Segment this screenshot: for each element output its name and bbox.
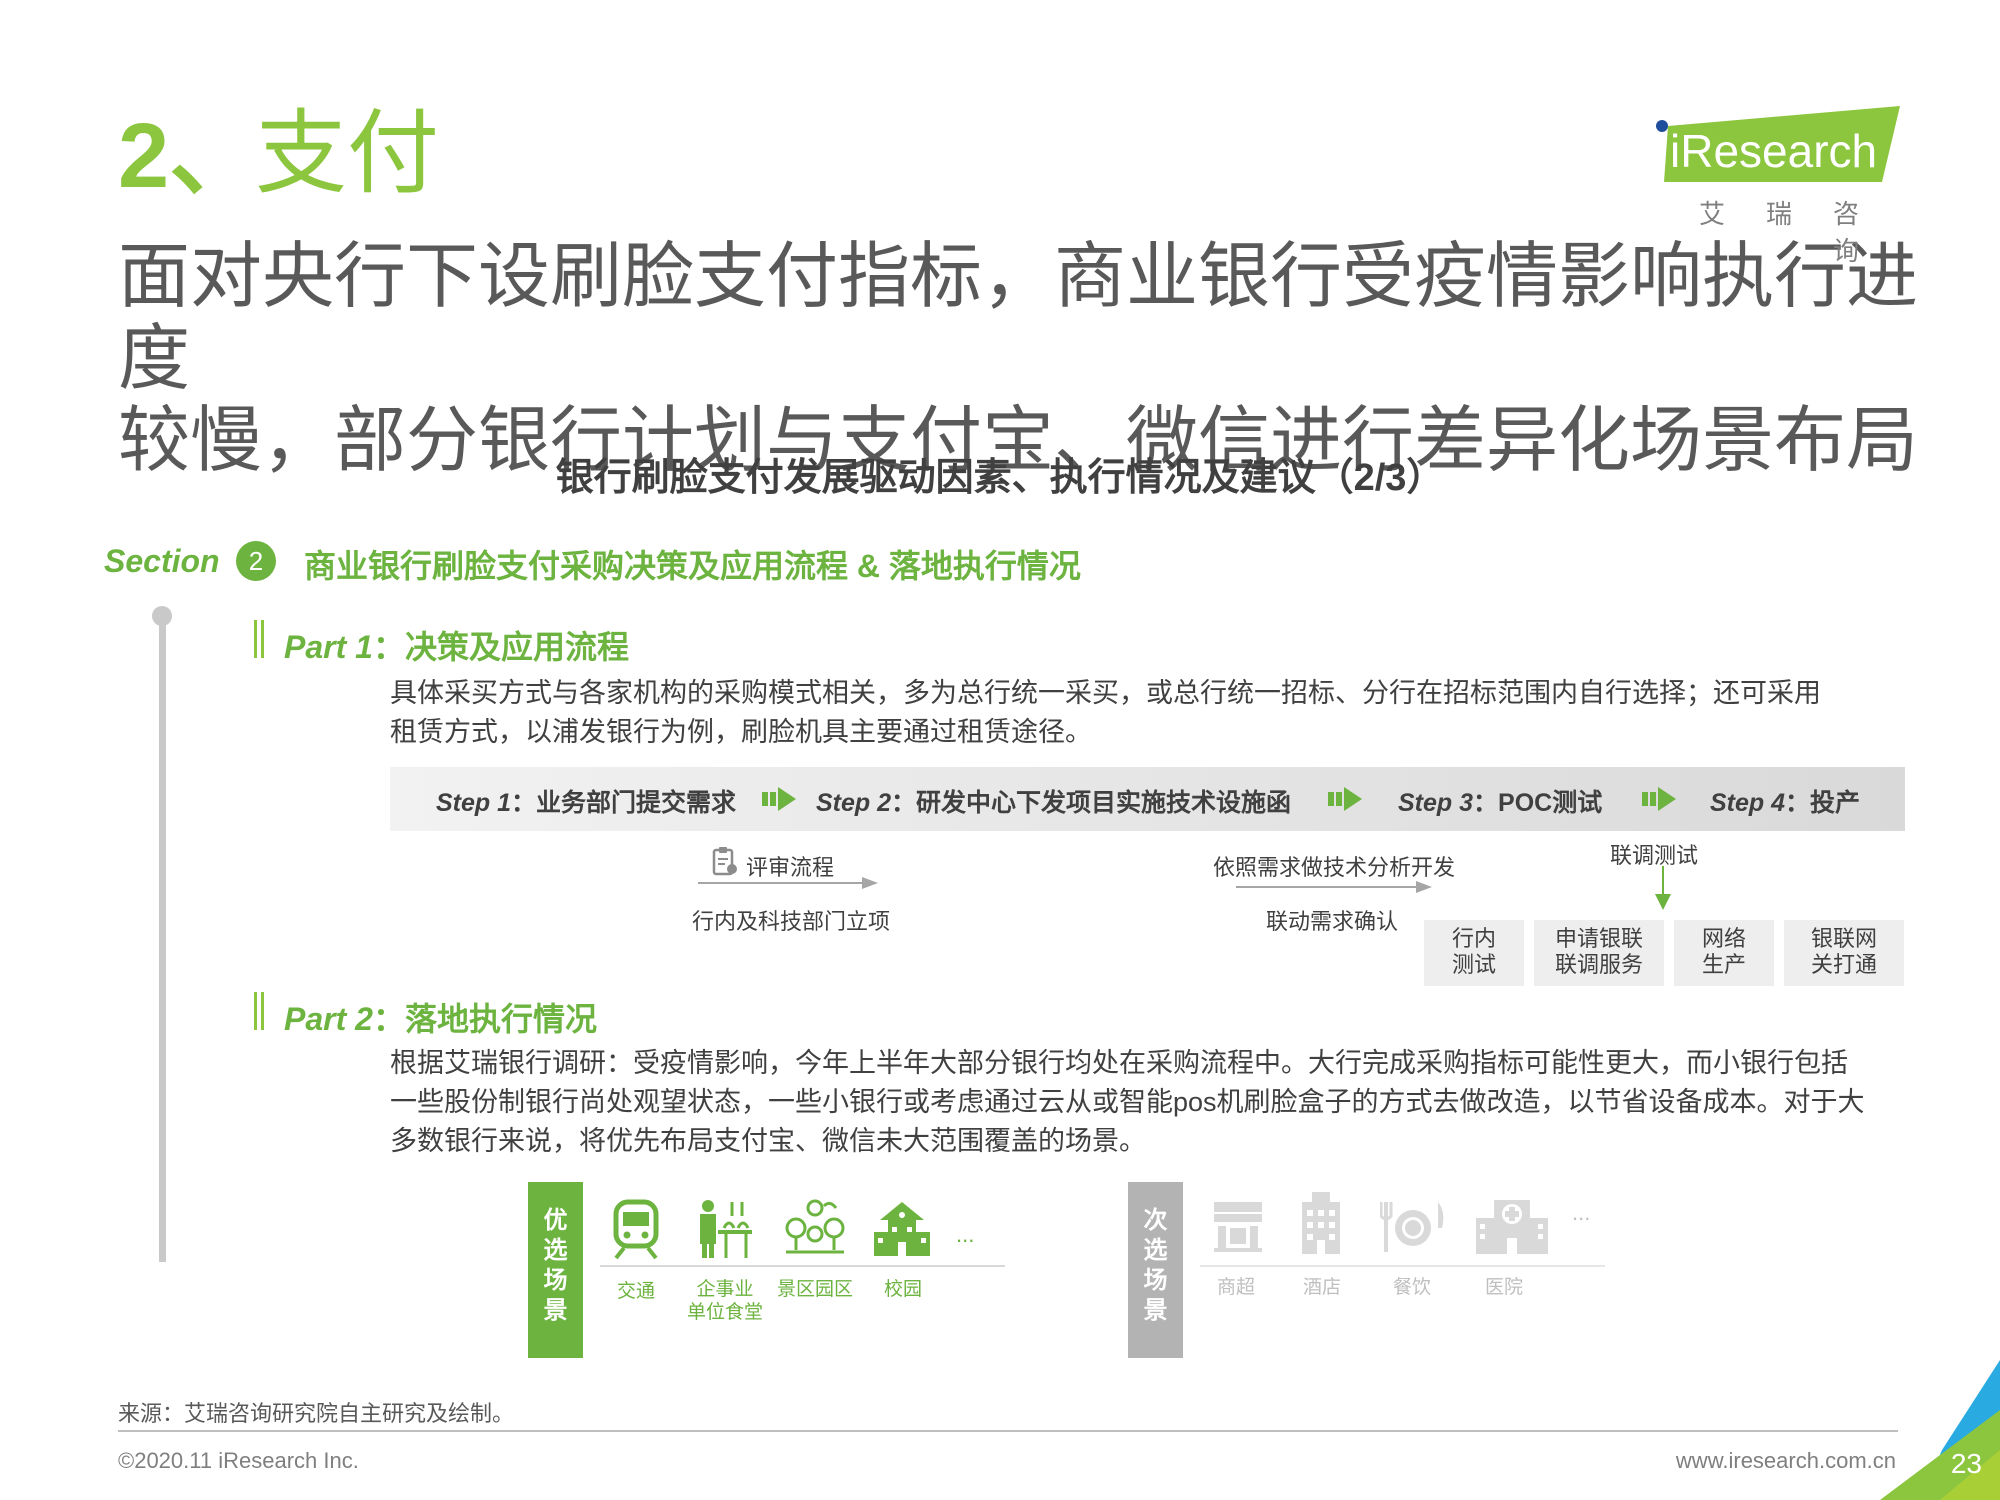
step-4-en: Step 4 — [1710, 789, 1786, 817]
preferred-ellipsis: ... — [956, 1222, 975, 1247]
part2-marker — [254, 992, 264, 1030]
clipboard-icon — [712, 847, 737, 876]
scene-label-canteen-line-1: 企事业 — [696, 1279, 754, 1300]
step-1-cn: ：业务部门提交需求 — [511, 789, 737, 817]
step-1: Step 1：业务部门提交需求 — [436, 783, 736, 819]
joint-confirm-label: 联动需求确认 — [1266, 909, 1399, 934]
part1-text-line-1: 具体采买方式与各家机构的采购模式相关，多为总行统一采买，或总行统一招标、分行在招… — [390, 678, 1821, 708]
corner-decoration-icon — [1880, 1360, 2000, 1500]
step-3-en: Step 3 — [1398, 789, 1474, 817]
part2-text-line-1: 根据艾瑞银行调研：受疫情影响，今年上半年大部分银行均处在采购流程中。大行完成采购… — [390, 1048, 1848, 1078]
school-icon — [874, 1202, 930, 1256]
logo-text: iResearch — [1670, 125, 1878, 177]
canteen-icon — [700, 1200, 752, 1258]
secondary-scene-tag: 次选场景 — [1128, 1182, 1183, 1358]
part2-title: Part 2：落地执行情况 — [284, 994, 597, 1040]
scene-label-hotel: 酒店 — [1302, 1277, 1341, 1298]
secondary-scene-line — [1200, 1265, 1605, 1267]
part2-title-cn: ：落地执行情况 — [372, 1001, 597, 1037]
secondary-ellipsis: ... — [1572, 1200, 1591, 1225]
preferred-scene-line — [600, 1265, 1005, 1267]
part2-text: 根据艾瑞银行调研：受疫情影响，今年上半年大部分银行均处在采购流程中。大行完成采购… — [390, 1044, 1910, 1161]
scene-label-canteen-line-2: 单位食堂 — [686, 1302, 763, 1323]
logo-subtitle: 艾瑞咨询 — [1698, 199, 1900, 266]
box-internal-test-line-1: 行内 — [1451, 926, 1496, 951]
page-number: 23 — [1950, 1448, 1982, 1479]
step-arrow-1-icon — [762, 787, 796, 811]
part1-text-line-2: 租赁方式，以浦发银行为例，刷脸机具主要通过租赁途径。 — [390, 717, 1092, 747]
joint-test-arrow — [1655, 866, 1671, 910]
iresearch-logo: iResearch 艾瑞咨询 — [1650, 106, 1900, 266]
dining-icon — [1380, 1202, 1444, 1252]
part1-marker — [254, 620, 264, 658]
box-gateway-connect-line-1: 银联网 — [1810, 926, 1877, 951]
scene-label-park: 景区园区 — [776, 1279, 853, 1300]
preferred-scene-tag: 优选场景 — [528, 1182, 583, 1358]
step-2: Step 2：研发中心下发项目实施技术设施函 — [816, 783, 1291, 819]
box-unionpay-service-line-1: 申请银联 — [1554, 926, 1643, 951]
box-network-production: 网络 生产 — [1674, 920, 1774, 986]
tech-dev-arrow — [1236, 881, 1432, 893]
section-heading: 商业银行刷脸支付采购决策及应用流程 & 落地执行情况 — [304, 548, 1081, 584]
scene-label-hospital: 医院 — [1484, 1277, 1523, 1298]
step-3-cn: ：POC测试 — [1473, 789, 1603, 817]
footer-divider — [118, 1430, 1898, 1432]
hotel-icon — [1302, 1192, 1340, 1254]
part2-text-line-2: 一些股份制银行尚处观望状态，一些小银行或考虑通过云从或智能pos机刷脸盒子的方式… — [390, 1087, 1865, 1117]
park-icon — [785, 1199, 845, 1254]
tech-dev-label: 依照需求做技术分析开发 — [1213, 855, 1456, 880]
box-internal-test: 行内 测试 — [1424, 920, 1524, 986]
step-1-en: Step 1 — [436, 789, 512, 817]
box-network-production-line-1: 网络 — [1701, 926, 1746, 951]
section-label: Section — [104, 543, 220, 579]
scene-label-school: 校园 — [883, 1279, 922, 1300]
hospital-icon — [1476, 1200, 1548, 1254]
box-network-production-line-2: 生产 — [1701, 952, 1746, 977]
part2-text-line-3: 多数银行来说，将优先布局支付宝、微信未大范围覆盖的场景。 — [390, 1126, 1146, 1156]
supermarket-icon — [1214, 1202, 1262, 1252]
source-note: 来源：艾瑞咨询研究院自主研究及绘制。 — [118, 1401, 515, 1426]
section-number-badge: 2 — [236, 541, 276, 581]
website-link[interactable]: www.iresearch.com.cn — [1676, 1448, 1896, 1474]
part1-title-cn: ：决策及应用流程 — [372, 629, 629, 665]
step-arrow-3-icon — [1642, 787, 1676, 811]
scene-label-traffic: 交通 — [616, 1281, 655, 1302]
step-3: Step 3：POC测试 — [1398, 783, 1602, 819]
box-gateway-connect: 银联网 关打通 — [1784, 920, 1904, 986]
step-2-en: Step 2 — [816, 789, 892, 817]
copyright: ©2020.11 iResearch Inc. — [118, 1448, 359, 1473]
box-unionpay-service-line-2: 联调服务 — [1554, 952, 1643, 977]
step-4-cn: ：投产 — [1785, 789, 1861, 817]
step-arrow-2-icon — [1328, 787, 1362, 811]
part2-title-en: Part 2 — [284, 1001, 373, 1037]
scene-label-dining: 餐饮 — [1392, 1277, 1431, 1298]
timeline-line — [159, 612, 166, 1262]
part1-title-en: Part 1 — [284, 629, 373, 665]
chart-subtitle: 银行刷脸支付发展驱动因素、执行情况及建议（2/3） — [555, 457, 1445, 499]
dept-project-label: 行内及科技部门立项 — [692, 909, 891, 934]
train-icon — [613, 1199, 659, 1260]
box-gateway-connect-line-2: 关打通 — [1810, 952, 1877, 977]
headline-line-1: 面对央行下设刷脸支付指标，商业银行受疫情影响执行进度 — [118, 237, 1919, 399]
step-2-cn: ：研发中心下发项目实施技术设施函 — [891, 789, 1292, 817]
scene-label-supermarket: 商超 — [1216, 1277, 1255, 1298]
section-title: 支付 — [255, 103, 440, 205]
scene-label-canteen: 企事业 单位食堂 — [680, 1278, 770, 1324]
review-arrow — [698, 877, 878, 889]
box-internal-test-line-2: 测试 — [1451, 952, 1496, 977]
section-number: 2、 — [118, 105, 262, 207]
part1-text: 具体采买方式与各家机构的采购模式相关，多为总行统一采买，或总行统一招标、分行在招… — [390, 674, 1910, 752]
box-unionpay-service: 申请银联 联调服务 — [1534, 920, 1664, 986]
step-4: Step 4：投产 — [1710, 783, 1860, 819]
part1-title: Part 1：决策及应用流程 — [284, 622, 629, 668]
